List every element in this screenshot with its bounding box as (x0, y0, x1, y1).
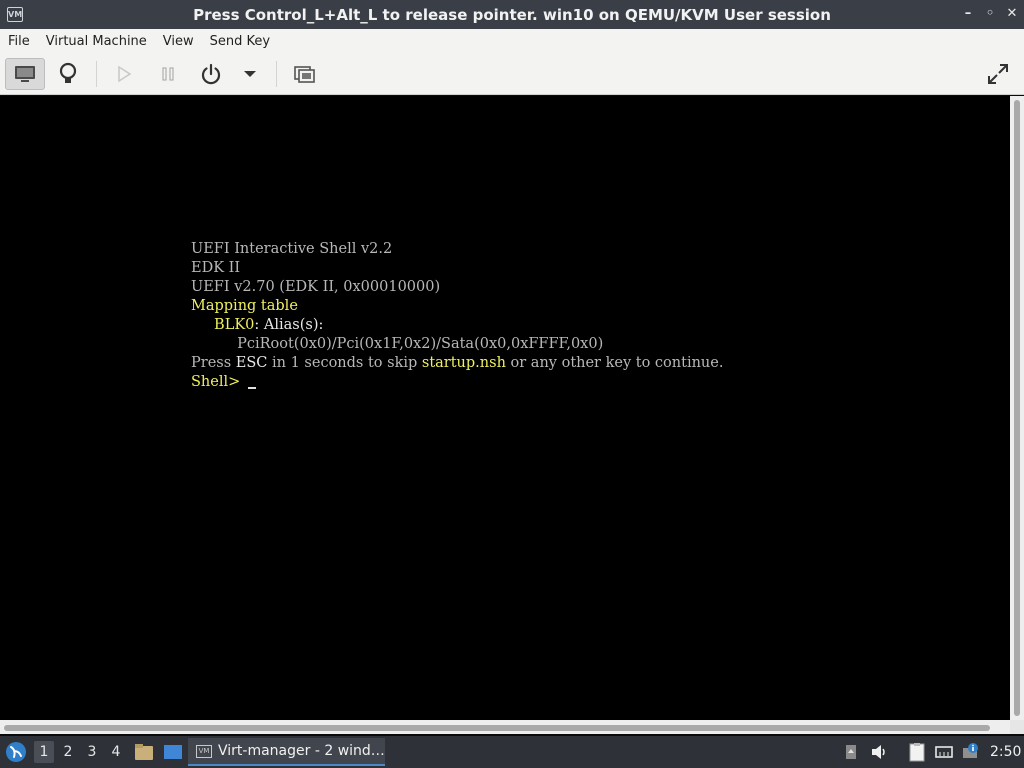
console-line: EDK II (191, 260, 241, 276)
menu-send-key[interactable]: Send Key (202, 34, 278, 49)
toolbar-separator (276, 61, 277, 87)
app-icon: VM (7, 7, 23, 22)
toolbar (0, 53, 1024, 95)
taskbar-window-virt-manager[interactable]: VM Virt-manager - 2 wind… (188, 738, 385, 766)
monitor-icon (15, 66, 35, 82)
menu-view[interactable]: View (155, 34, 202, 49)
clock[interactable]: 2:50 (990, 736, 1021, 768)
console-view-button[interactable] (5, 58, 45, 90)
shutdown-menu-button[interactable] (240, 58, 260, 90)
console-text: or any other key to continue. (505, 355, 724, 371)
window-title: Press Control_L+Alt_L to release pointer… (193, 5, 831, 24)
uefi-shell-output: UEFI Interactive Shell v2.2 EDK II UEFI v2… (191, 240, 723, 392)
desktop-icon (164, 745, 182, 759)
volume-button[interactable] (870, 742, 890, 762)
console-text: in 1 seconds to skip (267, 355, 422, 371)
pause-button[interactable] (154, 58, 182, 90)
console-text: Press (191, 355, 236, 371)
horizontal-scroll-thumb[interactable] (4, 725, 990, 731)
taskbar-window-label: Virt-manager - 2 wind… (218, 743, 385, 759)
network-button[interactable] (934, 742, 954, 762)
console-line: UEFI v2.70 (EDK II, 0x00010000) (191, 279, 441, 295)
file-manager-launcher[interactable] (134, 742, 154, 762)
lxqt-logo-icon (6, 742, 26, 762)
chevron-down-icon (244, 71, 256, 77)
restore-icon[interactable]: ◦ (984, 5, 996, 23)
speaker-icon (872, 745, 885, 759)
console-startup-file: startup.nsh (421, 355, 506, 371)
console-line: Press ESC in 1 seconds to skip startup.n… (191, 354, 723, 373)
console-line: BLK0: Alias(s): (191, 316, 723, 335)
close-icon[interactable]: ✕ (1006, 5, 1018, 23)
vertical-scrollbar[interactable] (1010, 96, 1024, 720)
vertical-scroll-thumb[interactable] (1014, 100, 1020, 716)
show-desktop-launcher[interactable] (162, 742, 184, 762)
start-menu-button[interactable] (4, 741, 28, 763)
console-line: UEFI Interactive Shell v2.2 (191, 241, 393, 257)
shell-prompt: Shell> (191, 374, 245, 390)
power-icon (201, 63, 221, 85)
virt-manager-icon: VM (196, 744, 212, 758)
tray-arrow-button[interactable] (844, 742, 858, 762)
workspace-4[interactable]: 4 (106, 741, 126, 763)
pause-icon (162, 67, 174, 81)
taskbar: 1 2 3 4 VM Virt-manager - 2 wind… 2:50 (0, 736, 1024, 768)
shutdown-button[interactable] (196, 58, 226, 90)
vm-console[interactable]: UEFI Interactive Shell v2.2 EDK II UEFI v2… (0, 96, 1010, 720)
window-titlebar[interactable]: VM Press Control_L+Alt_L to release poin… (0, 0, 1024, 29)
horizontal-scrollbar[interactable] (0, 720, 1010, 734)
folder-icon (135, 744, 153, 760)
notifications-button[interactable] (960, 742, 980, 762)
lightbulb-icon (59, 62, 77, 83)
fullscreen-button[interactable] (982, 58, 1014, 90)
menu-bar: File Virtual Machine View Send Key (0, 29, 1024, 53)
window-controls: – ◦ ✕ (962, 5, 1018, 23)
info-icon (963, 743, 978, 758)
console-line: PciRoot(0x0)/Pci(0x1F,0x2)/Sata(0x0,0xFF… (191, 336, 604, 352)
minimize-icon[interactable]: – (962, 5, 974, 23)
workspace-1[interactable]: 1 (34, 741, 54, 763)
console-esc-key: ESC (235, 355, 268, 371)
console-line: Mapping table (191, 298, 298, 314)
console-alias-label: : Alias(s): (254, 317, 324, 333)
clipboard-button[interactable] (906, 742, 928, 762)
menu-virtual-machine[interactable]: Virtual Machine (38, 34, 155, 49)
clipboard-icon (909, 743, 925, 762)
console-blk-device: BLK0 (191, 317, 255, 333)
snapshots-icon (294, 66, 315, 83)
text-cursor (247, 387, 256, 389)
workspace-3[interactable]: 3 (82, 741, 102, 763)
play-icon (118, 66, 131, 82)
tray-up-icon (846, 745, 856, 759)
workspace-2[interactable]: 2 (58, 741, 78, 763)
details-view-button[interactable] (50, 58, 86, 90)
run-button[interactable] (110, 58, 138, 90)
menu-file[interactable]: File (0, 34, 38, 49)
fullscreen-icon (988, 64, 1008, 84)
toolbar-separator (96, 61, 97, 87)
console-line: Shell> (191, 373, 723, 392)
snapshots-button[interactable] (290, 58, 320, 90)
scrollbar-corner (1010, 720, 1024, 734)
network-icon (935, 746, 953, 758)
